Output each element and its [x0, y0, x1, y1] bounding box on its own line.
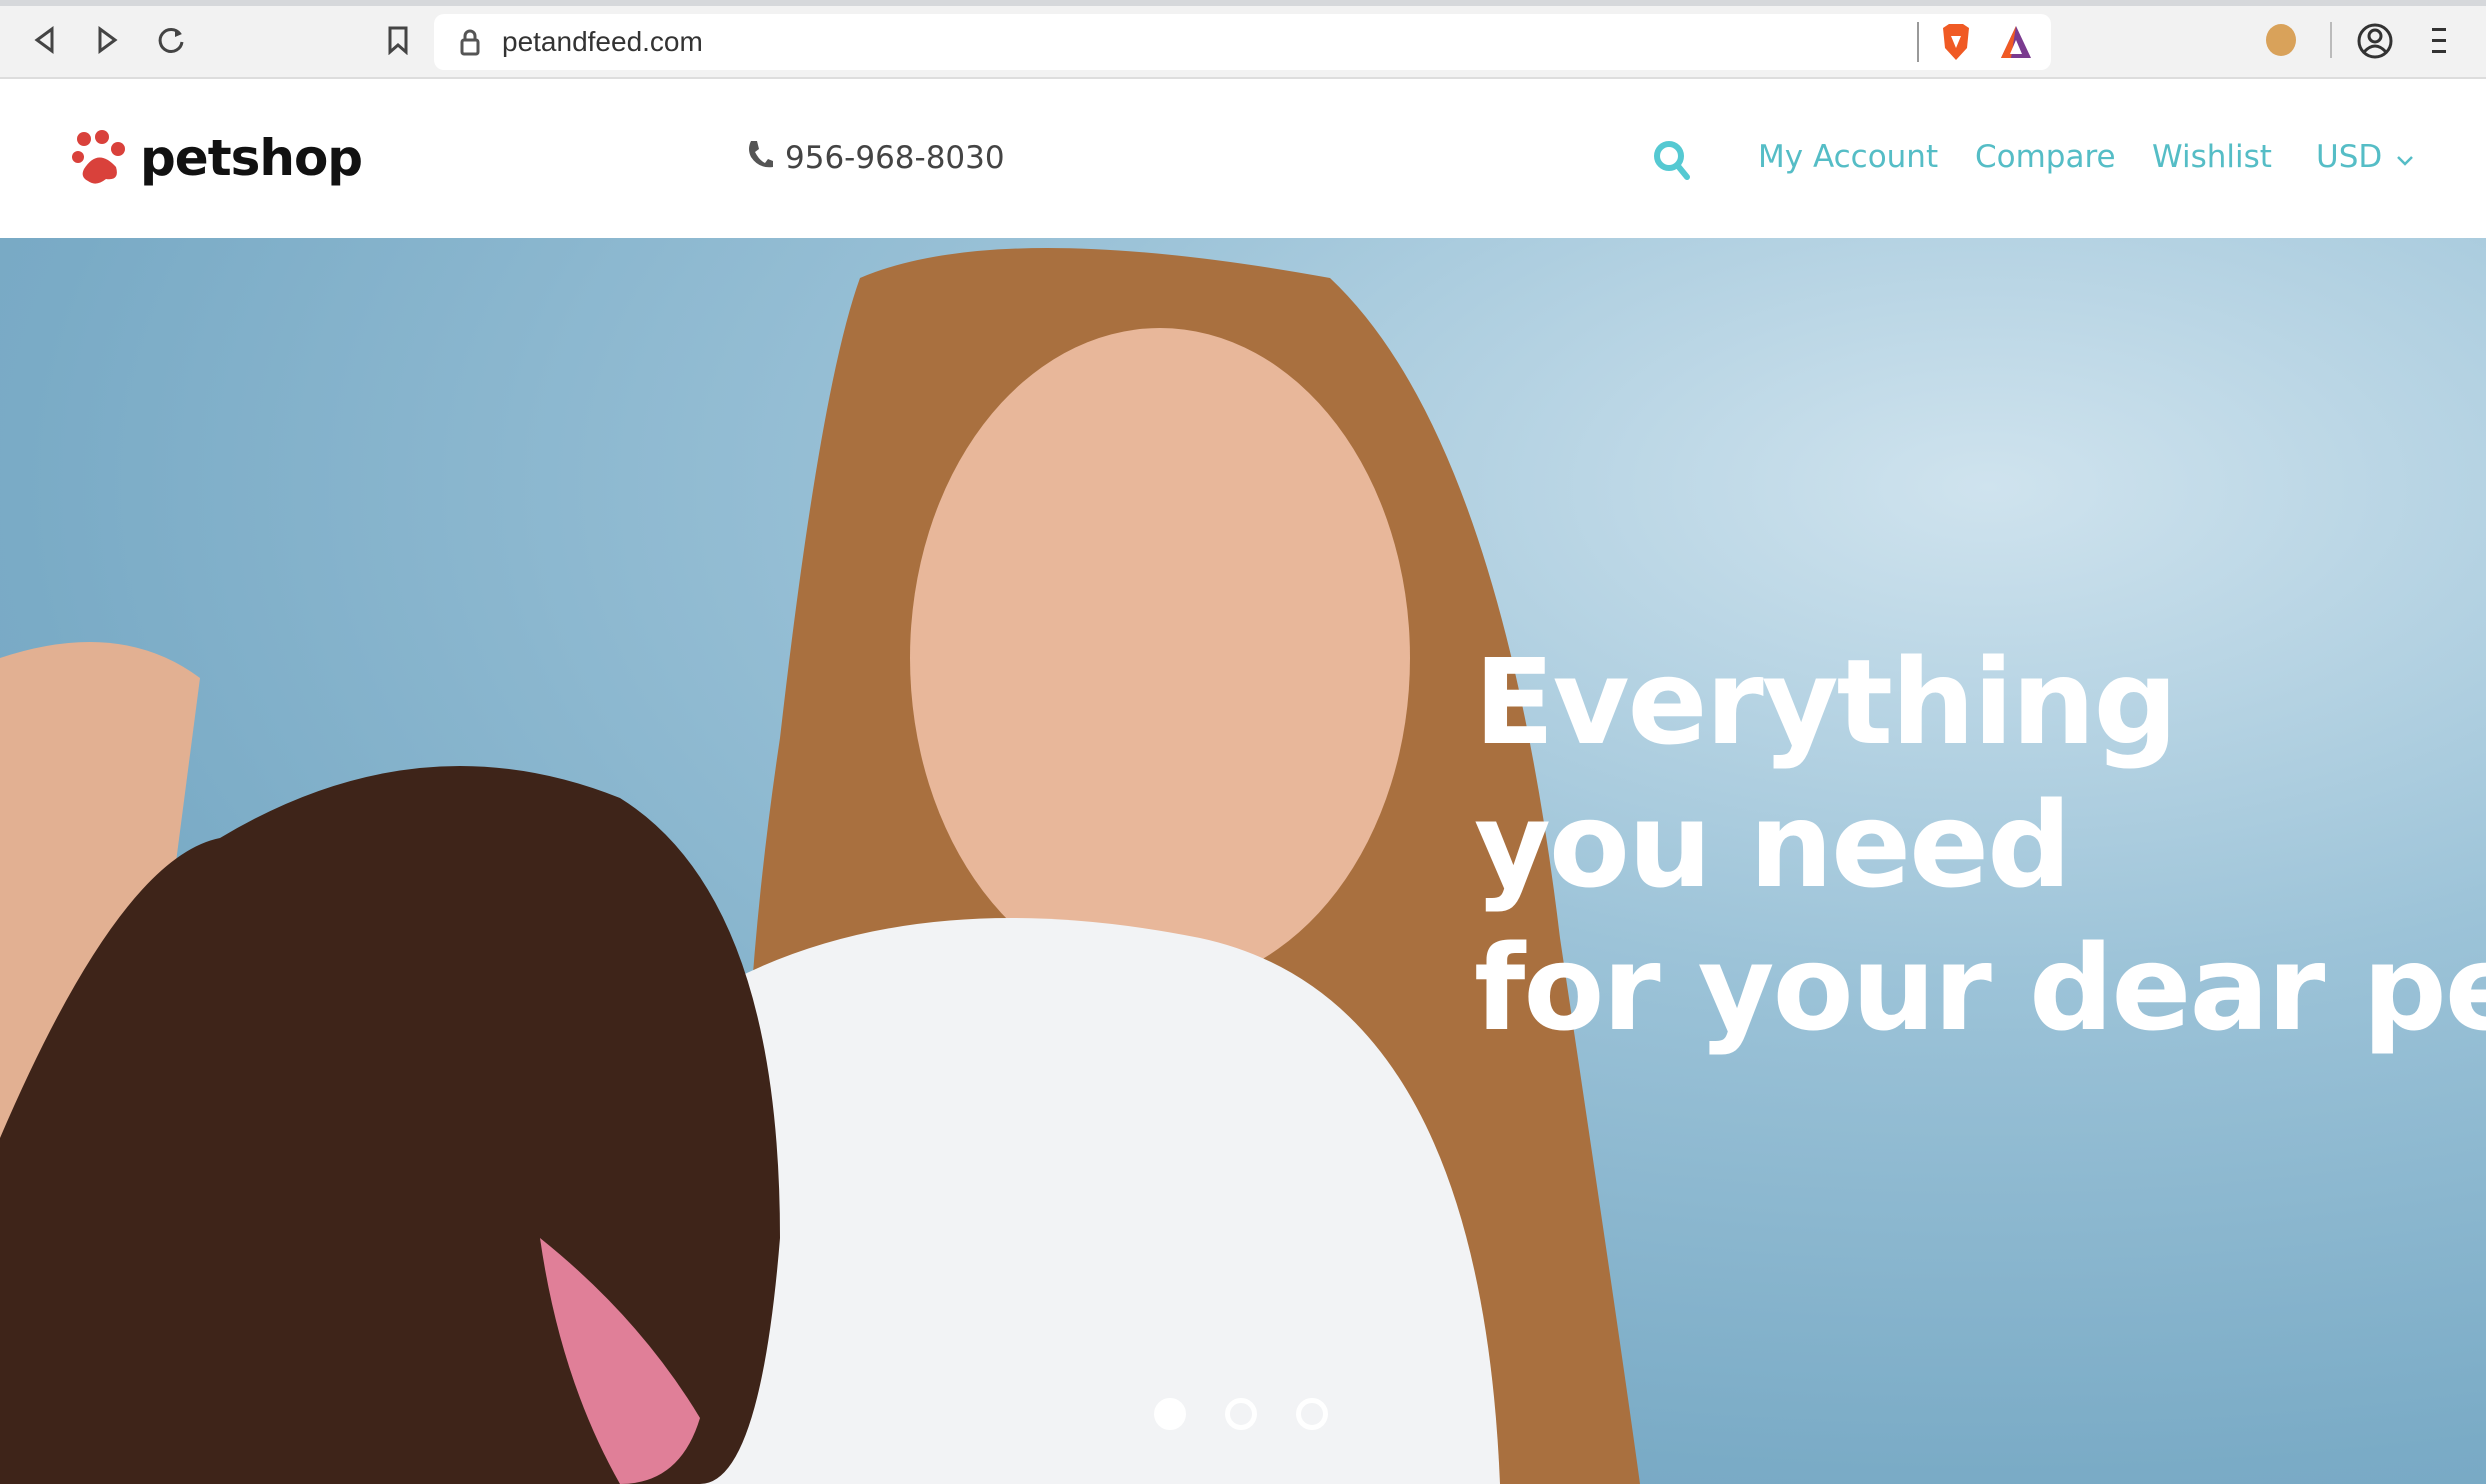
- divider: [1917, 22, 1919, 62]
- hero-headline-line-3: for your dear pet: [1474, 919, 2486, 1057]
- browser-toolbar: petandfeed.com: [0, 0, 2486, 79]
- phone-contact[interactable]: 956-968-8030: [745, 139, 1005, 177]
- phone-number: 956-968-8030: [785, 140, 1005, 176]
- hero-headline-line-2: you need: [1474, 776, 2072, 914]
- site-header: petshop 956-968-8030 My Account Compare …: [0, 79, 2486, 238]
- hero-image: [0, 248, 1640, 1484]
- forward-icon[interactable]: [90, 22, 126, 58]
- slide-dot-1-active[interactable]: [1154, 1398, 1186, 1430]
- brave-rewards-icon[interactable]: [1999, 24, 2033, 65]
- cookie-extension-icon[interactable]: [2266, 24, 2296, 56]
- slide-dot-2[interactable]: [1225, 1398, 1257, 1430]
- nav-my-account[interactable]: My Account: [1758, 139, 1938, 175]
- bookmark-icon[interactable]: [380, 22, 416, 58]
- divider: [2330, 22, 2332, 58]
- currency-selector[interactable]: USD: [2316, 139, 2414, 175]
- lock-icon: [460, 28, 480, 61]
- paw-logo-icon[interactable]: [70, 129, 128, 194]
- url-text[interactable]: petandfeed.com: [502, 26, 703, 58]
- nav-compare[interactable]: Compare: [1975, 139, 2116, 175]
- search-icon[interactable]: [1652, 139, 1692, 186]
- hero-headline-line-1: Everything: [1474, 633, 2178, 771]
- brave-shield-icon[interactable]: [1939, 22, 1973, 67]
- menu-icon[interactable]: [2430, 26, 2448, 61]
- chevron-down-icon: [2396, 139, 2414, 175]
- logo-text[interactable]: petshop: [140, 129, 363, 187]
- nav-wishlist[interactable]: Wishlist: [2152, 139, 2272, 175]
- back-icon[interactable]: [26, 22, 62, 58]
- slide-dot-3[interactable]: [1296, 1398, 1328, 1430]
- phone-icon: [745, 139, 773, 177]
- address-bar[interactable]: petandfeed.com: [434, 14, 2051, 70]
- reload-icon[interactable]: [153, 22, 189, 58]
- currency-label: USD: [2316, 139, 2383, 175]
- hero-slider: Everything you need for your dear pet: [0, 238, 2486, 1484]
- profile-icon[interactable]: [2356, 22, 2394, 65]
- tab-strip: [0, 0, 2486, 6]
